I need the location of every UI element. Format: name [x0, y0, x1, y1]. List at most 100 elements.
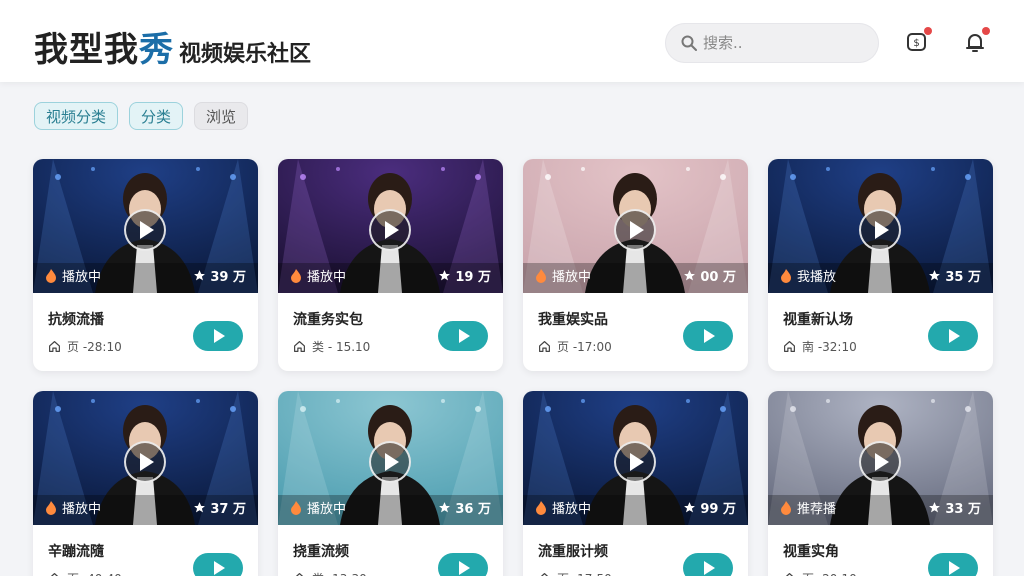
play-icon	[140, 453, 154, 471]
play-overlay-button[interactable]	[614, 441, 656, 483]
video-status-tag: 推荐播	[797, 502, 837, 517]
video-card[interactable]: 播放中 19 万 流重务实包 类 - 15.10	[278, 159, 503, 371]
notifications-button[interactable]	[963, 27, 990, 54]
video-status-tag: 播放中	[62, 270, 102, 285]
home-icon	[50, 573, 59, 576]
home-icon	[295, 573, 304, 576]
video-thumbnail[interactable]: 推荐播 33 万	[768, 391, 993, 525]
home-icon	[294, 341, 305, 352]
video-card[interactable]: 播放中 36 万 挠重流频 类 -13:30	[278, 391, 503, 576]
video-meta: 类 - 15.10	[312, 340, 371, 354]
search-bar[interactable]	[665, 23, 879, 63]
video-status-tag: 我播放	[797, 270, 837, 285]
video-rating: 33 万	[945, 502, 981, 517]
play-button[interactable]	[193, 553, 243, 576]
video-thumbnail[interactable]: 播放中 99 万	[523, 391, 748, 525]
video-status-tag: 播放中	[552, 270, 592, 285]
play-icon	[140, 221, 154, 239]
play-overlay-button[interactable]	[369, 441, 411, 483]
video-meta: 页 -17:50	[557, 570, 612, 576]
star-icon	[439, 270, 451, 281]
star-icon	[929, 270, 941, 281]
video-title[interactable]: 流重服计频	[538, 541, 608, 561]
play-overlay-button[interactable]	[369, 209, 411, 251]
home-icon	[539, 341, 550, 352]
video-thumbnail[interactable]: 播放中 39 万	[33, 159, 258, 293]
play-button[interactable]	[193, 321, 243, 351]
svg-text:$: $	[913, 38, 919, 49]
video-rating: 36 万	[455, 502, 491, 517]
play-button[interactable]	[438, 553, 488, 576]
play-icon	[704, 561, 715, 575]
star-icon	[439, 502, 451, 513]
play-overlay-button[interactable]	[614, 209, 656, 251]
play-icon	[459, 329, 470, 343]
video-card[interactable]: 推荐播 33 万 视重实角 页 -20:10	[768, 391, 993, 576]
play-icon	[949, 329, 960, 343]
flame-icon	[291, 500, 301, 515]
video-card[interactable]: 我播放 35 万 视重新认场 南 -32:10	[768, 159, 993, 371]
video-title[interactable]: 视重新认场	[783, 309, 853, 329]
video-rating: 39 万	[210, 270, 246, 285]
video-status-tag: 播放中	[307, 502, 347, 517]
play-icon	[875, 453, 889, 471]
video-card[interactable]: 播放中 39 万 抗频流播 页 -28:10	[33, 159, 258, 371]
video-card[interactable]: 播放中 00 万 我重娱实品 页 -17:00	[523, 159, 748, 371]
play-button[interactable]	[683, 553, 733, 576]
video-card[interactable]: 播放中 99 万 流重服计频 页 -17:50	[523, 391, 748, 576]
video-title[interactable]: 流重务实包	[293, 309, 363, 329]
filter-chip[interactable]: 浏览	[194, 102, 249, 130]
video-meta: 页 -20:10	[802, 570, 857, 576]
video-meta: 页 -40:40	[67, 570, 122, 576]
logo-subtitle: 视频娱乐社区	[179, 42, 312, 67]
play-overlay-button[interactable]	[859, 209, 901, 251]
wallet-button[interactable]: $	[905, 27, 932, 54]
video-rating: 99 万	[700, 502, 736, 517]
video-thumbnail[interactable]: 播放中 19 万	[278, 159, 503, 293]
video-title[interactable]: 我重娱实品	[538, 309, 608, 329]
play-button[interactable]	[928, 321, 978, 351]
flame-icon	[781, 268, 791, 283]
video-thumbnail[interactable]: 播放中 37 万	[33, 391, 258, 525]
play-button[interactable]	[683, 321, 733, 351]
filter-chip[interactable]: 分类	[129, 102, 184, 130]
video-title[interactable]: 辛蹦流隨	[48, 541, 104, 561]
star-icon	[194, 270, 206, 281]
notification-dot	[924, 27, 932, 35]
play-icon	[630, 453, 644, 471]
home-icon	[540, 573, 549, 576]
video-status-tag: 播放中	[62, 502, 102, 517]
logo-main-text: 我型我	[34, 30, 139, 70]
video-title[interactable]: 挠重流频	[293, 541, 349, 561]
filter-chip[interactable]: 视频分类	[34, 102, 119, 130]
play-icon	[704, 329, 715, 343]
home-icon	[785, 573, 794, 576]
video-title[interactable]: 视重实角	[783, 541, 839, 561]
play-icon	[214, 329, 225, 343]
app-logo[interactable]: 我型我秀视频娱乐社区	[34, 22, 311, 71]
video-title[interactable]: 抗频流播	[48, 309, 104, 329]
video-thumbnail[interactable]: 播放中 36 万	[278, 391, 503, 525]
play-overlay-button[interactable]	[859, 441, 901, 483]
star-icon	[684, 502, 696, 513]
video-rating: 00 万	[700, 270, 736, 285]
play-overlay-button[interactable]	[124, 441, 166, 483]
video-status-tag: 播放中	[552, 502, 592, 517]
play-button[interactable]	[438, 321, 488, 351]
search-input[interactable]	[703, 34, 853, 52]
video-meta: 南 -32:10	[802, 340, 857, 354]
star-icon	[684, 270, 696, 281]
play-icon	[459, 561, 470, 575]
video-card[interactable]: 播放中 37 万 辛蹦流隨 页 -40:40	[33, 391, 258, 576]
top-header: 我型我秀视频娱乐社区 $	[0, 0, 1024, 82]
video-thumbnail[interactable]: 播放中 00 万	[523, 159, 748, 293]
play-button[interactable]	[928, 553, 978, 576]
video-meta: 页 -28:10	[67, 340, 122, 354]
category-filters: 视频分类 分类 浏览	[34, 102, 249, 130]
flame-icon	[291, 268, 301, 283]
video-thumbnail[interactable]: 我播放 35 万	[768, 159, 993, 293]
logo-accent-text: 秀	[139, 30, 173, 70]
home-icon	[49, 341, 60, 352]
play-overlay-button[interactable]	[124, 209, 166, 251]
notification-dot	[982, 27, 990, 35]
